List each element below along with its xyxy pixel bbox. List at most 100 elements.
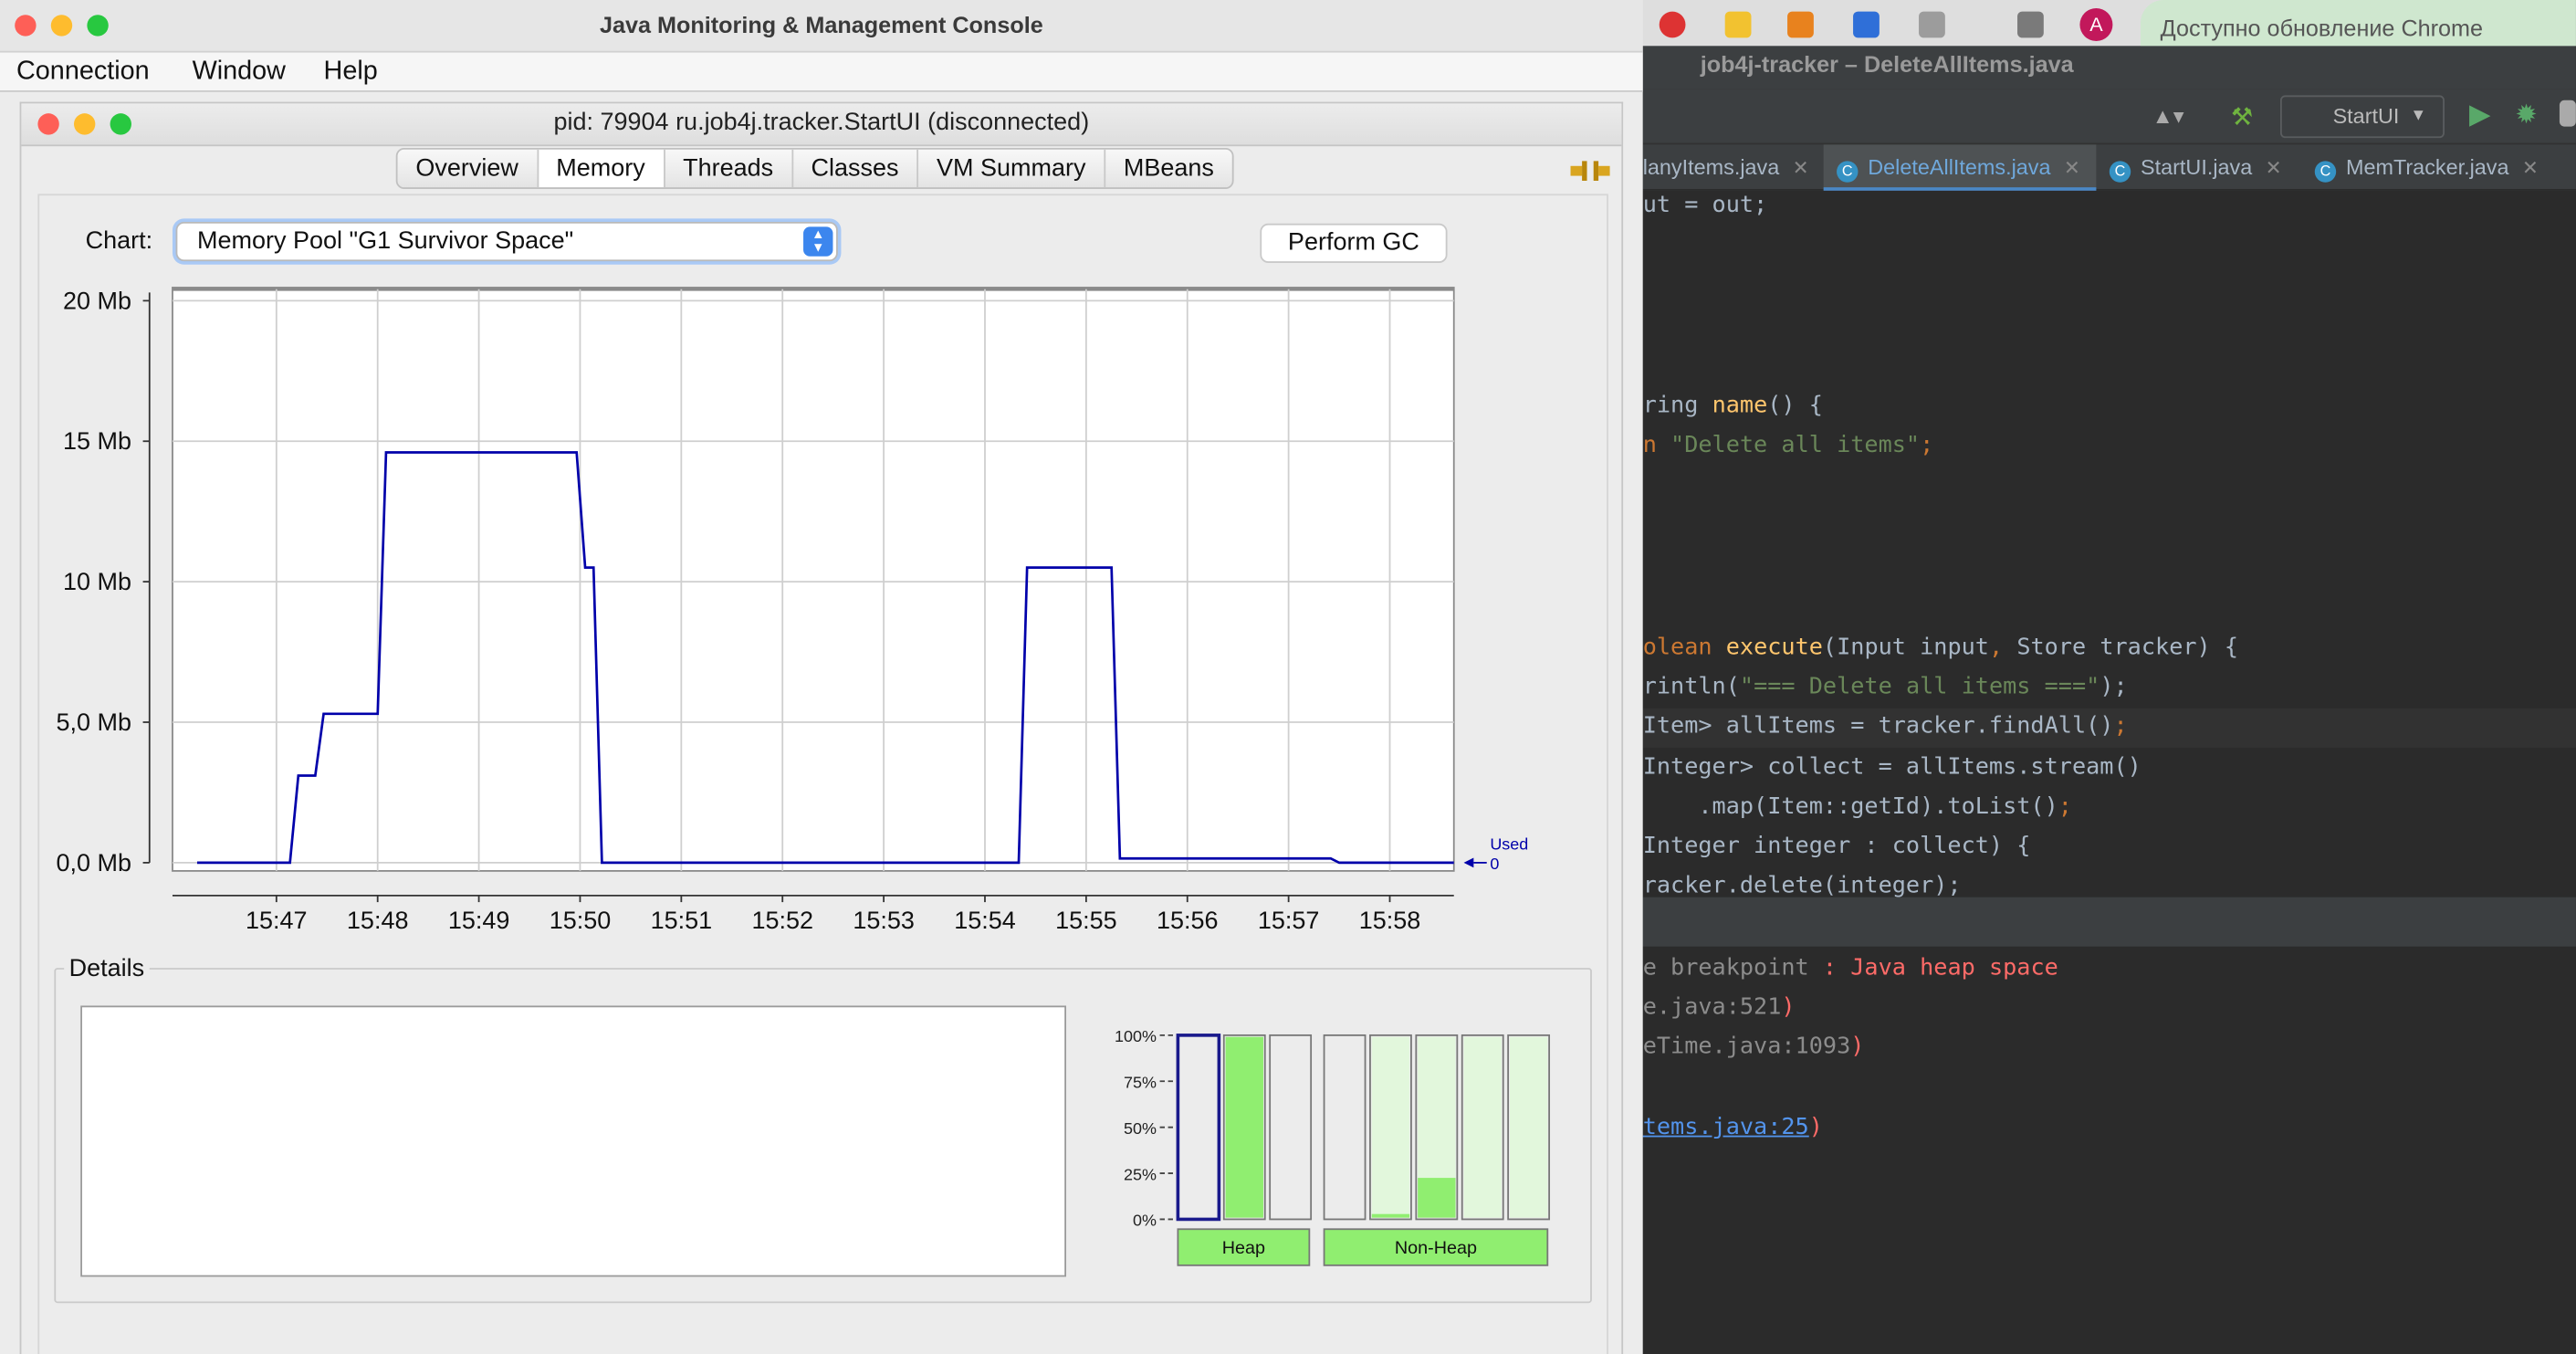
- x-tick-label: 15:51: [651, 907, 713, 934]
- code-token: );: [2100, 673, 2128, 700]
- tab-threads[interactable]: Threads: [663, 149, 791, 188]
- code-token: e.java:521: [1642, 993, 1782, 1021]
- y-tick-label: 5,0 Mb: [56, 708, 131, 736]
- close-icon[interactable]: ✕: [2266, 156, 2282, 179]
- nonheap-label: Non-Heap: [1395, 1238, 1477, 1258]
- tab-classes[interactable]: Classes: [791, 149, 916, 188]
- code-token: ): [1808, 1114, 1823, 1141]
- build-hammer-icon[interactable]: ⚒: [2231, 102, 2257, 131]
- editor-tab[interactable]: C MemTracker.java ✕: [2314, 144, 2561, 190]
- code-token: Integer> collect = allItems.stream(): [1642, 754, 2141, 781]
- heap-label: Heap: [1222, 1238, 1265, 1258]
- code-line: e breakpoint : Java heap space: [1643, 951, 2058, 991]
- y-tick-label: 10 Mb: [63, 568, 131, 595]
- editor-tab[interactable]: lanyItems.java ✕: [1643, 144, 1820, 190]
- code-line: ut = out;: [1643, 189, 1768, 228]
- memory-bar-committed: [1463, 1036, 1502, 1218]
- code-token: rintln(: [1642, 673, 1740, 700]
- tab-memory[interactable]: Memory: [536, 149, 664, 188]
- code-editor[interactable]: ut = out; ring name() {n "Delete all item…: [1642, 189, 2576, 899]
- memory-bar[interactable]: [1323, 1034, 1367, 1221]
- editor-tab[interactable]: C DeleteAllItems.java ✕: [1823, 144, 2097, 191]
- run-config-label: StartUI: [2332, 103, 2400, 129]
- x-tick-label: 15:58: [1359, 907, 1421, 934]
- window-title: Java Monitoring & Management Console: [599, 11, 1043, 38]
- current-value-label: 0: [1490, 855, 1499, 873]
- bar-axis-label: 75%: [1124, 1073, 1157, 1091]
- menu-help[interactable]: Help: [324, 53, 378, 92]
- current-value-arrow-icon: [1463, 857, 1474, 868]
- bitwarden-extension-icon[interactable]: [1853, 11, 1880, 38]
- debug-icon[interactable]: ✹: [2515, 99, 2537, 131]
- coverage-icon[interactable]: [2559, 100, 2576, 127]
- x-tick-label: 15:53: [853, 907, 915, 934]
- x-tick-label: 15:52: [751, 907, 813, 934]
- bar-axis-label: 25%: [1124, 1165, 1157, 1183]
- menu-window[interactable]: Window: [193, 53, 286, 92]
- code-token: eTime.java:1093: [1642, 1034, 1851, 1060]
- x-tick-label: 15:54: [954, 907, 1016, 934]
- tab-overview[interactable]: Overview: [398, 150, 537, 187]
- x-tick-label: 15:49: [448, 907, 510, 934]
- disconnected-plug-icon[interactable]: [1570, 160, 1610, 183]
- code-token: Item> allItems = tracker.findAll(): [1642, 713, 2114, 740]
- fox-extension-icon[interactable]: [1787, 11, 1814, 38]
- l-extension-icon[interactable]: [1724, 11, 1752, 38]
- code-line: rintln("=== Delete all items ===");: [1643, 670, 2128, 709]
- memory-chart: 20 Mb15 Mb10 Mb5,0 Mb0,0 Mb 15:47 15:48 15…: [56, 287, 1528, 934]
- chrome-update-button[interactable]: Доступно обновление Chrome: [2141, 0, 2576, 47]
- bar-axis-label: 0%: [1133, 1212, 1157, 1230]
- menu-connection[interactable]: Connection: [16, 53, 150, 92]
- connection-frame-titlebar: pid: 79904 ru.job4j.tracker.StartUI (dis…: [21, 103, 1622, 147]
- code-token: ,: [1988, 634, 2017, 661]
- code-line: e.java:521): [1643, 991, 1796, 1030]
- memory-bar[interactable]: [1176, 1034, 1221, 1222]
- sidebar-icon[interactable]: [2017, 11, 2044, 38]
- editor-tab[interactable]: C StartUI.java ✕: [2109, 144, 2303, 190]
- close-icon[interactable]: ✕: [1793, 156, 1809, 179]
- perform-gc-button[interactable]: Perform GC: [1260, 223, 1448, 263]
- code-line: n "Delete all items";: [1643, 429, 1934, 468]
- tab-vm-summary[interactable]: VM Summary: [916, 149, 1104, 188]
- details-label: Details: [64, 954, 150, 983]
- chart-label: Chart:: [85, 226, 153, 255]
- code-token: tems.java:25: [1642, 1114, 1809, 1141]
- code-token: ut = out;: [1642, 192, 1768, 219]
- editor-tab-label: DeleteAllItems.java: [1868, 154, 2051, 180]
- code-token: racker.delete(integer);: [1642, 872, 1962, 899]
- code-token: name: [1712, 393, 1768, 419]
- x-tick-label: 15:57: [1258, 907, 1320, 934]
- editor-tabs: lanyItems.java ✕ C DeleteAllItems.java ✕ CS…: [1642, 144, 2576, 191]
- editor-tab-label: lanyItems.java: [1642, 154, 1780, 180]
- details-panel: Details 100% 75% 50% 25% 0% Heap Non-Heap: [54, 954, 1592, 1304]
- code-token: () {: [1767, 393, 1823, 419]
- memory-bar[interactable]: [1269, 1034, 1313, 1221]
- run-console[interactable]: e breakpoint : Java heap space e.java:521…: [1643, 947, 2576, 1354]
- memory-bar-committed: [1509, 1036, 1548, 1218]
- memory-bar-committed: [1371, 1036, 1410, 1218]
- bar-axis-label: 100%: [1115, 1027, 1157, 1045]
- user-icon[interactable]: ▲▾: [2152, 103, 2184, 130]
- shield-extension-icon[interactable]: [1659, 11, 1686, 38]
- puzzle-extension-icon[interactable]: [1919, 11, 1945, 38]
- x-tick-label: 15:50: [550, 907, 612, 934]
- code-token: Integer integer : collect) {: [1642, 833, 2031, 860]
- legend-used-label: Used: [1490, 834, 1528, 853]
- memory-bar-used: [1225, 1036, 1263, 1218]
- x-tick-label: 15:48: [347, 907, 409, 934]
- details-text-area[interactable]: [80, 1005, 1067, 1277]
- profile-avatar[interactable]: A: [2079, 7, 2113, 41]
- code-token: ): [1781, 993, 1796, 1021]
- chart-select[interactable]: Memory Pool "G1 Survivor Space" ▲ ▼: [175, 221, 838, 262]
- close-icon[interactable]: ✕: [2064, 156, 2080, 179]
- run-icon[interactable]: ▶: [2469, 99, 2491, 131]
- screenshot-root: A Доступно обновление Chrome job4j-track…: [0, 0, 2576, 1354]
- code-line: ring name() {: [1643, 390, 1823, 429]
- tab-mbeans[interactable]: MBeans: [1104, 149, 1231, 188]
- close-icon[interactable]: ✕: [2522, 156, 2539, 179]
- code-token: ): [1850, 1034, 1865, 1060]
- code-token: olean: [1642, 634, 1726, 661]
- run-config-select[interactable]: StartUI ▼: [2279, 95, 2445, 139]
- code-token: n: [1642, 432, 1671, 459]
- code-line: Item> allItems = tracker.findAll();: [1643, 710, 2128, 750]
